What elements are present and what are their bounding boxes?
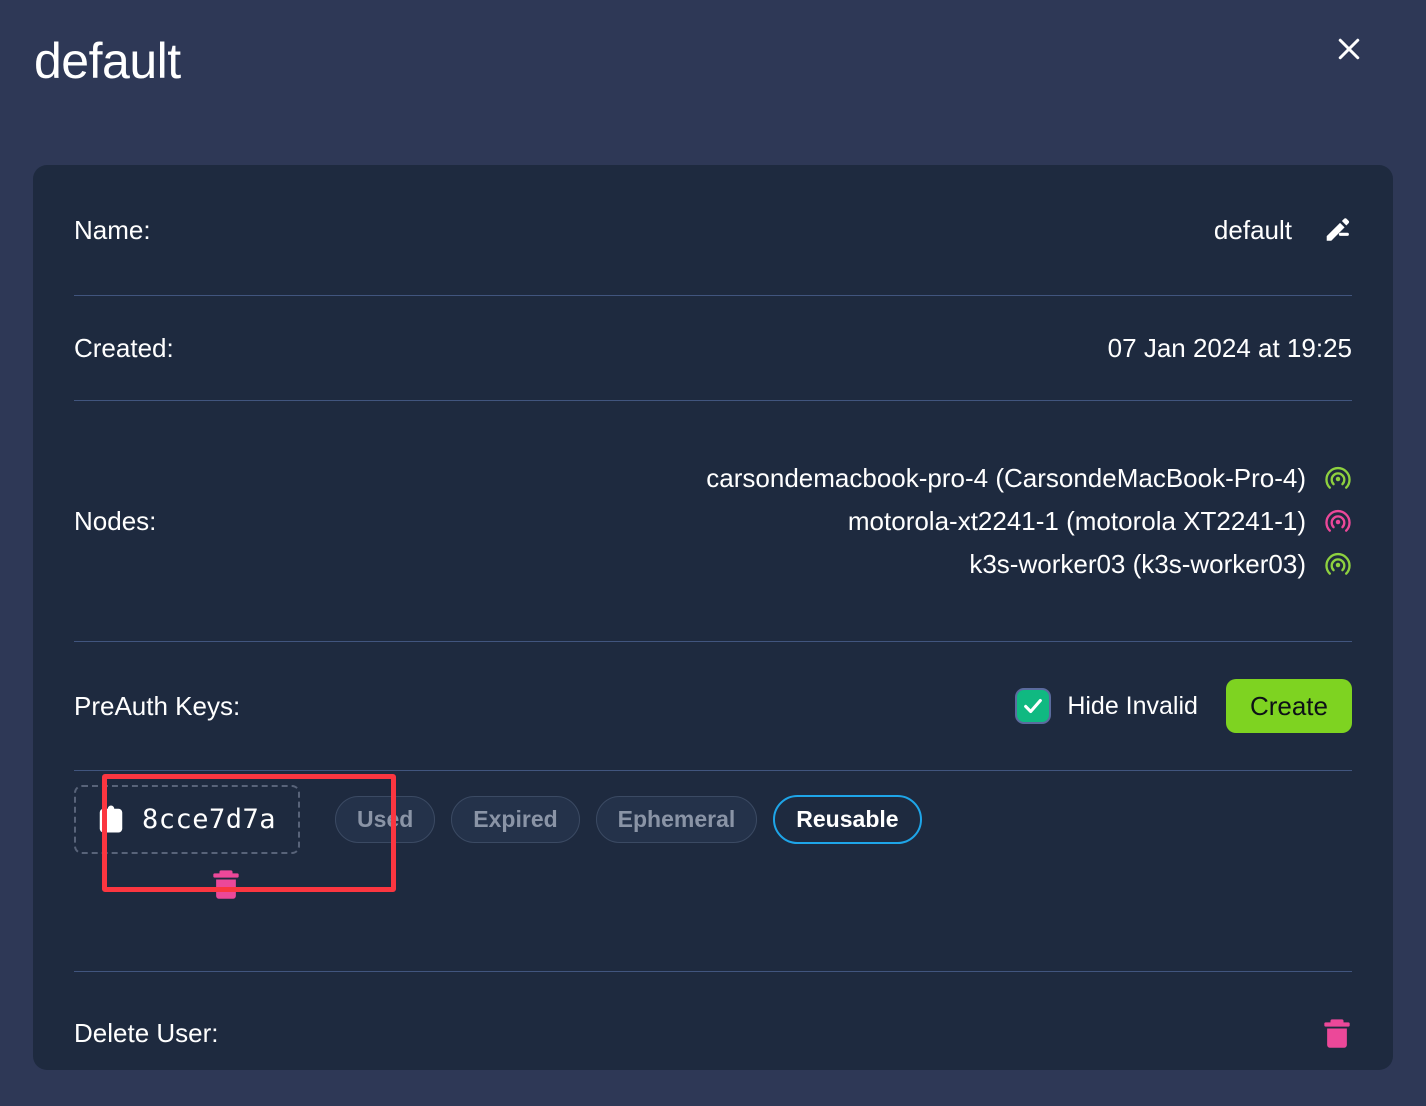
status-badge[interactable]: Used xyxy=(335,796,436,843)
signal-offline-icon xyxy=(1324,508,1352,536)
preauth-keys-list: 8cce7d7a Used Expired Ephemeral Reusable xyxy=(74,771,1352,971)
created-label: Created: xyxy=(74,332,174,363)
nodes-list: carsondemacbook-pro-4 (CarsondeMacBook-P… xyxy=(156,461,1352,582)
modal-header: default xyxy=(0,0,1426,140)
row-preauth-keys: PreAuth Keys: Hide Invalid Create xyxy=(74,642,1352,770)
trash-icon xyxy=(211,868,241,900)
delete-user-button[interactable] xyxy=(1322,1017,1352,1049)
list-item: carsondemacbook-pro-4 (CarsondeMacBook-P… xyxy=(156,461,1352,495)
key-badges: Used Expired Ephemeral Reusable xyxy=(335,795,922,844)
node-name: motorola-xt2241-1 (motorola XT2241-1) xyxy=(847,505,1306,536)
signal-online-icon xyxy=(1324,551,1352,579)
name-value-group: default xyxy=(1214,215,1352,246)
node-name: k3s-worker03 (k3s-worker03) xyxy=(969,549,1306,580)
hide-invalid-checkbox[interactable] xyxy=(1015,688,1052,724)
clipboard-copy-icon xyxy=(98,805,124,835)
preauth-keys-label: PreAuth Keys: xyxy=(74,690,241,721)
name-label: Name: xyxy=(74,214,151,245)
copy-key-button[interactable]: 8cce7d7a xyxy=(74,785,301,854)
page-title: default xyxy=(34,33,181,89)
detail-card: Name: default Created: 07 Jan 2024 at 19… xyxy=(33,165,1393,1070)
trash-icon xyxy=(1322,1017,1352,1049)
row-created: Created: 07 Jan 2024 at 19:25 xyxy=(74,296,1352,400)
check-icon xyxy=(1022,695,1044,717)
status-badge[interactable]: Reusable xyxy=(773,795,922,844)
delete-key-button[interactable] xyxy=(211,868,241,900)
close-icon xyxy=(1334,34,1364,64)
list-item: k3s-worker03 (k3s-worker03) xyxy=(156,547,1352,581)
status-badge[interactable]: Expired xyxy=(451,796,580,843)
preauth-keys-controls: Hide Invalid Create xyxy=(1015,678,1352,734)
user-detail-modal: default Name: default Created: 07 Jan 20… xyxy=(0,0,1426,1106)
hide-invalid-toggle[interactable]: Hide Invalid xyxy=(1015,688,1198,724)
signal-online-icon xyxy=(1324,465,1352,493)
created-value: 07 Jan 2024 at 19:25 xyxy=(1107,332,1352,363)
pencil-edit-icon[interactable] xyxy=(1322,215,1352,245)
list-item: motorola-xt2241-1 (motorola XT2241-1) xyxy=(156,504,1352,538)
status-badge[interactable]: Ephemeral xyxy=(595,796,758,843)
nodes-label: Nodes: xyxy=(74,505,157,536)
key-value: 8cce7d7a xyxy=(142,804,277,835)
delete-user-label: Delete User: xyxy=(74,1017,219,1048)
node-name: carsondemacbook-pro-4 (CarsondeMacBook-P… xyxy=(706,462,1306,493)
close-button[interactable] xyxy=(1328,28,1370,70)
create-button[interactable]: Create xyxy=(1225,678,1352,734)
name-value: default xyxy=(1213,214,1292,245)
row-delete-user: Delete User: xyxy=(74,972,1352,1094)
row-nodes: Nodes: carsondemacbook-pro-4 (CarsondeMa… xyxy=(74,401,1352,641)
list-item: 8cce7d7a Used Expired Ephemeral Reusable xyxy=(74,774,1352,892)
row-name: Name: default xyxy=(74,165,1352,295)
hide-invalid-label: Hide Invalid xyxy=(1067,691,1198,720)
